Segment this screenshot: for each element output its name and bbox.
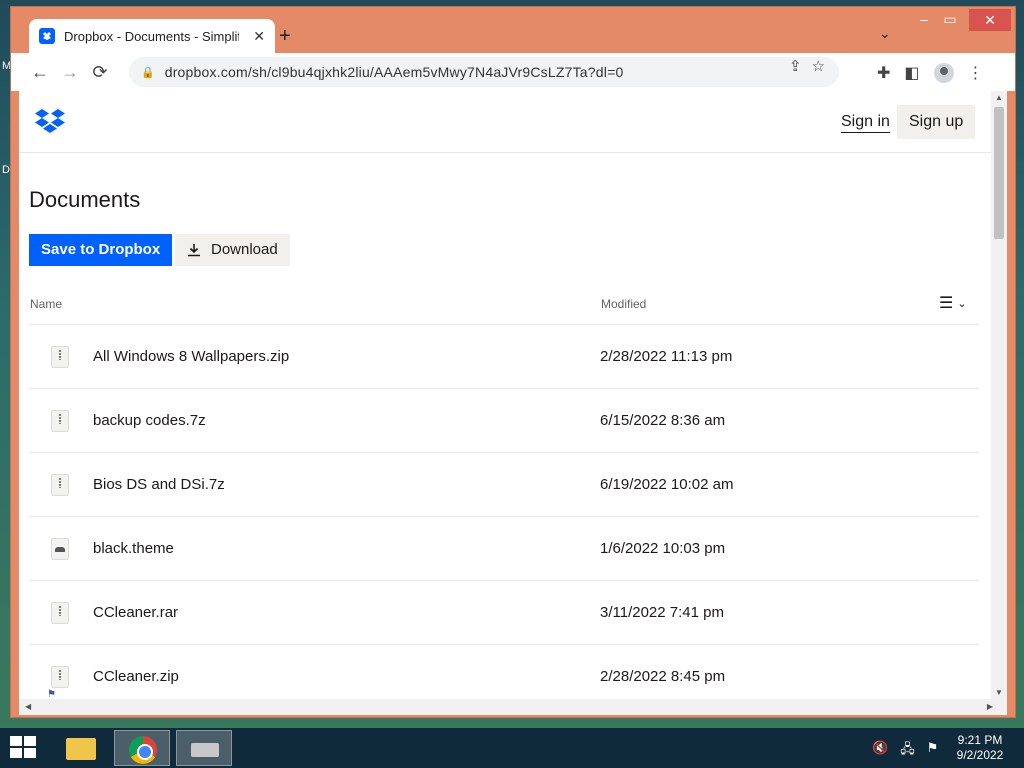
file-modified: 3/11/2022 7:41 pm	[600, 604, 724, 621]
zip-file-icon	[51, 409, 69, 432]
scroll-down-icon[interactable]: ▼	[995, 688, 1003, 697]
reload-button[interactable]: ⟳	[85, 62, 115, 83]
list-view-icon: ☰	[939, 295, 954, 312]
view-toggle-button[interactable]: ☰ ⌄	[939, 293, 967, 313]
dropbox-logo-icon[interactable]	[35, 109, 65, 138]
file-name[interactable]: All Windows 8 Wallpapers.zip	[93, 348, 289, 365]
sign-in-link[interactable]: Sign in	[841, 113, 890, 133]
browser-window: Dropbox - Documents - Simplify ✕ + ⌄ – ▭…	[10, 6, 1016, 718]
sign-up-button[interactable]: Sign up	[897, 105, 976, 139]
scroll-left-icon[interactable]: ◀	[25, 702, 31, 711]
clock-date: 9/2/2022	[956, 748, 1004, 762]
new-tab-button[interactable]: +	[279, 25, 291, 48]
table-row[interactable]: Bios DS and DSi.7z 6/19/2022 10:02 am	[29, 453, 979, 517]
file-name[interactable]: CCleaner.rar	[93, 604, 178, 621]
table-row[interactable]: All Windows 8 Wallpapers.zip 2/28/2022 1…	[29, 325, 979, 389]
taskbar: 🔇 🖧 ⚑ 9:21 PM 9/2/2022	[0, 728, 1024, 768]
tab-search-chevron-icon[interactable]: ⌄	[879, 25, 891, 42]
column-header-modified[interactable]: Modified	[601, 297, 646, 311]
taskbar-file-explorer[interactable]	[52, 730, 108, 766]
profile-avatar-icon[interactable]	[933, 63, 954, 83]
chevron-down-icon: ⌄	[957, 297, 967, 310]
download-label: Download	[211, 241, 278, 258]
share-icon[interactable]: ⇪	[789, 57, 802, 75]
dropbox-header: Sign in Sign up	[19, 91, 991, 153]
table-row[interactable]: CCleaner.zip 2/28/2022 8:45 pm	[29, 645, 979, 699]
taskbar-drive-app[interactable]	[176, 730, 232, 766]
lock-icon[interactable]: 🔒	[141, 66, 155, 79]
vertical-scrollbar[interactable]: ▲ ▼	[991, 91, 1007, 699]
folder-title: Documents	[29, 187, 141, 212]
scrollbar-thumb[interactable]	[994, 107, 1004, 239]
file-modified: 1/6/2022 10:03 pm	[600, 540, 726, 557]
system-tray: 🔇 🖧 ⚑	[872, 740, 938, 762]
start-button[interactable]	[10, 736, 38, 760]
page-viewport: Sign in Sign up Documents Save to Dropbo…	[19, 91, 991, 699]
theme-file-icon	[51, 537, 69, 560]
volume-muted-icon[interactable]: 🔇	[872, 740, 888, 762]
desktop-icon-label: D	[2, 164, 10, 176]
zip-file-icon	[51, 345, 69, 368]
title-bar: Dropbox - Documents - Simplify ✕ + ⌄ – ▭…	[11, 7, 1015, 53]
action-center-flag-icon[interactable]: ⚑	[927, 740, 939, 762]
url-text: dropbox.com/sh/cl9bu4qjxhk2liu/AAAem5vMw…	[164, 64, 624, 80]
browser-tab[interactable]: Dropbox - Documents - Simplify ✕	[29, 19, 275, 53]
bookmark-star-icon[interactable]: ☆	[812, 57, 825, 75]
file-modified: 2/28/2022 8:45 pm	[600, 668, 726, 685]
chrome-icon	[129, 736, 157, 764]
folder-icon	[66, 738, 96, 760]
scroll-up-icon[interactable]: ▲	[995, 93, 1003, 102]
file-modified: 6/15/2022 8:36 am	[600, 412, 726, 429]
table-row[interactable]: black.theme 1/6/2022 10:03 pm	[29, 517, 979, 581]
horizontal-scrollbar[interactable]: ◀ ▶	[19, 699, 1007, 715]
file-list: All Windows 8 Wallpapers.zip 2/28/2022 1…	[29, 325, 979, 699]
save-to-dropbox-button[interactable]: Save to Dropbox	[29, 234, 173, 266]
network-icon[interactable]: 🖧	[900, 740, 915, 762]
report-flag-icon[interactable]: ⚑	[47, 689, 56, 699]
download-button[interactable]: Download	[175, 234, 290, 266]
file-name[interactable]: black.theme	[93, 540, 174, 557]
drive-icon	[191, 743, 219, 757]
table-row[interactable]: backup codes.7z 6/15/2022 8:36 am	[29, 389, 979, 453]
column-header-name[interactable]: Name	[30, 297, 62, 311]
browser-toolbar: ← → ⟳ 🔒 dropbox.com/sh/cl9bu4qjxhk2liu/A…	[11, 53, 1015, 91]
clock-time: 9:21 PM	[957, 733, 1003, 747]
file-modified: 2/28/2022 11:13 pm	[600, 348, 733, 365]
maximize-button[interactable]: ▭	[935, 11, 965, 28]
system-clock[interactable]: 9:21 PM 9/2/2022	[952, 733, 1008, 763]
file-modified: 6/19/2022 10:02 am	[600, 476, 734, 493]
file-name[interactable]: Bios DS and DSi.7z	[93, 476, 225, 493]
tab-title: Dropbox - Documents - Simplify	[64, 28, 239, 44]
file-name[interactable]: CCleaner.zip	[93, 668, 179, 685]
forward-button[interactable]: →	[55, 62, 85, 83]
file-name[interactable]: backup codes.7z	[93, 412, 206, 429]
window-close-button[interactable]: ✕	[969, 9, 1011, 31]
zip-file-icon	[51, 601, 69, 624]
download-icon	[188, 244, 200, 257]
zip-file-icon	[51, 473, 69, 496]
table-row[interactable]: CCleaner.rar 3/11/2022 7:41 pm	[29, 581, 979, 645]
zip-file-icon	[51, 665, 69, 688]
extensions-puzzle-icon[interactable]: ✚	[877, 63, 890, 83]
menu-kebab-icon[interactable]: ⋮	[968, 63, 984, 83]
taskbar-chrome[interactable]	[114, 730, 170, 766]
scroll-right-icon[interactable]: ▶	[987, 702, 993, 711]
address-bar[interactable]: 🔒 dropbox.com/sh/cl9bu4qjxhk2liu/AAAem5v…	[129, 57, 839, 87]
dropbox-favicon-icon	[39, 28, 55, 44]
back-button[interactable]: ←	[25, 62, 55, 83]
windows-logo-icon	[10, 736, 22, 746]
tab-close-icon[interactable]: ✕	[253, 28, 265, 45]
side-panel-icon[interactable]: ◧	[904, 63, 919, 83]
